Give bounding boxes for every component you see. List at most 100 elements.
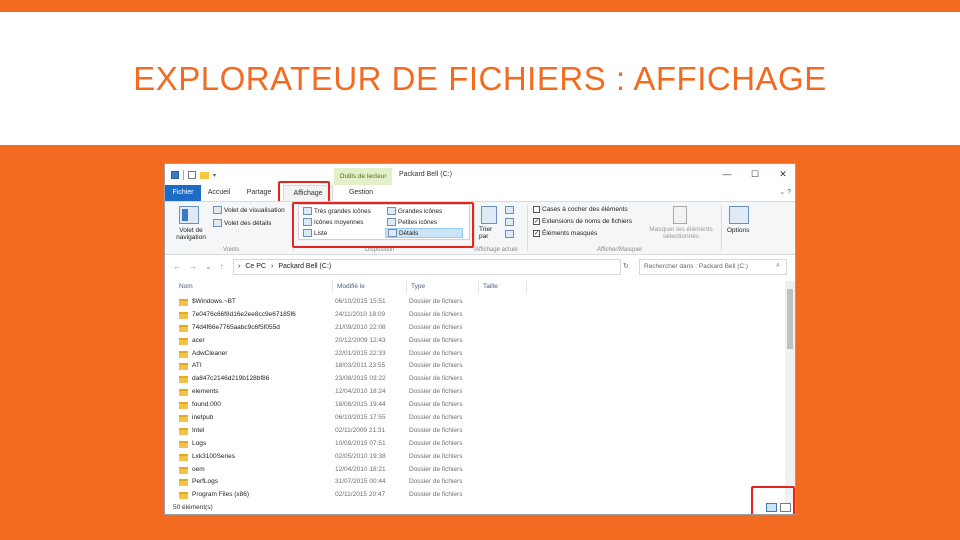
help-icon[interactable]: ⌄ ? bbox=[779, 188, 791, 196]
file-name-cell: acer bbox=[179, 335, 205, 348]
file-type: Dossier de fichiers bbox=[409, 465, 463, 473]
address-field[interactable]: › Ce PC › Packard Bell (C:) bbox=[233, 259, 621, 275]
details-pane-label: Volet des détails bbox=[224, 219, 272, 227]
back-icon[interactable]: ← bbox=[173, 262, 181, 271]
breadcrumb-drive[interactable]: Packard Bell (C:) bbox=[278, 260, 331, 274]
file-name-cell: 7e0476c66f8d16e2ee8cc9e67185f6 bbox=[179, 309, 296, 322]
table-row[interactable]: Logs 10/09/2015 07:51 Dossier de fichiers bbox=[165, 438, 785, 451]
preview-pane-button[interactable]: Volet de visualisation bbox=[213, 206, 285, 214]
computer-icon[interactable] bbox=[171, 171, 179, 179]
file-name: acer bbox=[192, 336, 205, 344]
checkbox-unchecked-icon bbox=[533, 206, 540, 213]
file-extensions-toggle[interactable]: ✓ Extensions de noms de fichiers bbox=[533, 218, 632, 225]
file-type: Dossier de fichiers bbox=[409, 478, 463, 486]
chevron-down-icon[interactable]: ▾ bbox=[213, 172, 216, 179]
file-name-cell: ATI bbox=[179, 360, 202, 373]
file-name: elements bbox=[192, 388, 219, 396]
size-columns-button[interactable] bbox=[505, 230, 514, 238]
column-taille[interactable]: Taille bbox=[479, 281, 527, 293]
table-row[interactable]: inetpub 06/10/2015 17:55 Dossier de fichie… bbox=[165, 412, 785, 425]
up-icon[interactable]: ↑ bbox=[220, 262, 224, 271]
folder-icon bbox=[179, 298, 188, 306]
table-row[interactable]: Program Files (x86) 02/11/2015 20:47 Dossi… bbox=[165, 489, 785, 502]
column-type[interactable]: Type bbox=[407, 281, 479, 293]
group-label-afficher-masquer: Afficher/Masquer bbox=[597, 247, 643, 253]
close-button[interactable]: ✕ bbox=[769, 164, 795, 185]
tab-accueil[interactable]: Accueil bbox=[201, 185, 237, 201]
options-button[interactable]: Options bbox=[727, 227, 749, 234]
hide-selected-button[interactable]: Masquer les éléments sélectionnés bbox=[649, 226, 713, 240]
breadcrumb-ce-pc[interactable]: Ce PC bbox=[245, 260, 266, 274]
table-row[interactable]: elements 12/04/2010 18:24 Dossier de fichi… bbox=[165, 386, 785, 399]
file-type: Dossier de fichiers bbox=[409, 426, 463, 434]
properties-icon[interactable] bbox=[188, 171, 196, 179]
tab-fichier[interactable]: Fichier bbox=[165, 185, 201, 201]
file-name-cell: Lxk3100Series bbox=[179, 451, 235, 464]
add-columns-button[interactable] bbox=[505, 218, 514, 226]
folder-icon bbox=[179, 466, 188, 474]
maximize-button[interactable]: ☐ bbox=[741, 164, 769, 185]
tab-partage[interactable]: Partage bbox=[241, 185, 277, 201]
table-row[interactable]: oem 12/04/2010 18:21 Dossier de fichiers bbox=[165, 464, 785, 477]
navigation-pane-icon[interactable] bbox=[179, 206, 199, 224]
file-name-cell: Logs bbox=[179, 438, 206, 451]
file-type: Dossier de fichiers bbox=[409, 349, 463, 357]
file-date: 20/12/2009 12:43 bbox=[335, 336, 386, 344]
file-type: Dossier de fichiers bbox=[409, 310, 463, 318]
sort-icon[interactable] bbox=[481, 206, 497, 224]
file-name: inetpub bbox=[192, 414, 214, 422]
folder-icon bbox=[179, 363, 188, 371]
refresh-icon[interactable]: ↻ bbox=[623, 262, 629, 270]
tab-gestion[interactable]: Gestion bbox=[341, 185, 381, 201]
table-row[interactable]: da847c2146d219b128bf86 23/08/2015 03:22 Do… bbox=[165, 373, 785, 386]
file-type: Dossier de fichiers bbox=[409, 401, 463, 409]
group-by-button[interactable] bbox=[505, 206, 514, 214]
file-name-cell: Intel bbox=[179, 425, 204, 438]
ribbon-tabs: Fichier Accueil Partage Affichage Gestio… bbox=[165, 185, 795, 201]
folder-icon bbox=[179, 350, 188, 358]
search-input[interactable]: Rechercher dans : Packard Bell (C:) bbox=[639, 259, 787, 275]
table-row[interactable]: PerfLogs 31/07/2015 00:44 Dossier de fichi… bbox=[165, 476, 785, 489]
details-pane-button[interactable]: Volet des détails bbox=[213, 219, 271, 227]
column-nom[interactable]: Nom bbox=[175, 281, 333, 293]
file-date: 22/01/2015 22:33 bbox=[335, 349, 386, 357]
folder-icon bbox=[179, 492, 188, 500]
context-tab-drive-tools[interactable]: Outils de lecteur bbox=[334, 168, 392, 185]
table-row[interactable]: found.000 18/08/2015 19:44 Dossier de fich… bbox=[165, 399, 785, 412]
table-row[interactable]: Lxk3100Series 02/05/2010 19:38 Dossier de … bbox=[165, 451, 785, 464]
status-count: 50 élément(s) bbox=[173, 504, 213, 511]
hidden-items-toggle[interactable]: ✓ Éléments masqués bbox=[533, 230, 597, 237]
forward-icon[interactable]: → bbox=[189, 262, 197, 271]
recent-icon[interactable]: ⌄ bbox=[205, 262, 212, 271]
file-date: 12/04/2010 18:21 bbox=[335, 465, 386, 473]
file-type: Dossier de fichiers bbox=[409, 491, 463, 499]
table-row[interactable]: AdwCleaner 22/01/2015 22:33 Dossier de fic… bbox=[165, 348, 785, 361]
table-row[interactable]: $Windows.~BT 06/10/2015 15:51 Dossier de f… bbox=[165, 296, 785, 309]
minimize-button[interactable]: — bbox=[713, 164, 741, 185]
preview-pane-icon bbox=[213, 206, 222, 214]
table-row[interactable]: 74d4f66e7765aabc9c6f5f055d 21/09/2010 22:… bbox=[165, 322, 785, 335]
explorer-window: ▾ Outils de lecteur Packard Bell (C:) — … bbox=[164, 163, 796, 515]
file-type: Dossier de fichiers bbox=[409, 439, 463, 447]
scrollbar-thumb[interactable] bbox=[787, 289, 793, 349]
sort-by-button[interactable]: Trier par bbox=[479, 226, 501, 240]
window-controls: — ☐ ✕ bbox=[713, 164, 795, 185]
file-date: 10/09/2015 07:51 bbox=[335, 439, 386, 447]
file-name: PerfLogs bbox=[192, 478, 219, 486]
navigation-pane-button[interactable]: Volet de navigation bbox=[171, 227, 211, 241]
new-folder-icon[interactable] bbox=[200, 171, 209, 179]
column-modifie[interactable]: Modifié le bbox=[333, 281, 407, 293]
table-row[interactable]: ATI 18/03/2011 23:55 Dossier de fichiers bbox=[165, 360, 785, 373]
table-row[interactable]: acer 20/12/2009 12:43 Dossier de fichiers bbox=[165, 335, 785, 348]
table-row[interactable]: Intel 02/11/2009 21:31 Dossier de fichiers bbox=[165, 425, 785, 438]
file-extensions-label: Extensions de noms de fichiers bbox=[542, 218, 632, 225]
file-name: found.000 bbox=[192, 401, 221, 409]
item-checkboxes-toggle[interactable]: Cases à cocher des éléments bbox=[533, 206, 628, 213]
file-name: 74d4f66e7765aabc9c6f5f055d bbox=[192, 323, 280, 331]
folder-icon bbox=[179, 479, 188, 487]
vertical-scrollbar[interactable] bbox=[785, 281, 795, 503]
options-icon[interactable] bbox=[729, 206, 749, 224]
slide-title: EXPLORATEUR DE FICHIERS : AFFICHAGE bbox=[133, 60, 827, 97]
table-row[interactable]: 7e0476c66f8d16e2ee8cc9e67185f6 24/11/2010… bbox=[165, 309, 785, 322]
file-name-cell: Program Files (x86) bbox=[179, 489, 249, 502]
